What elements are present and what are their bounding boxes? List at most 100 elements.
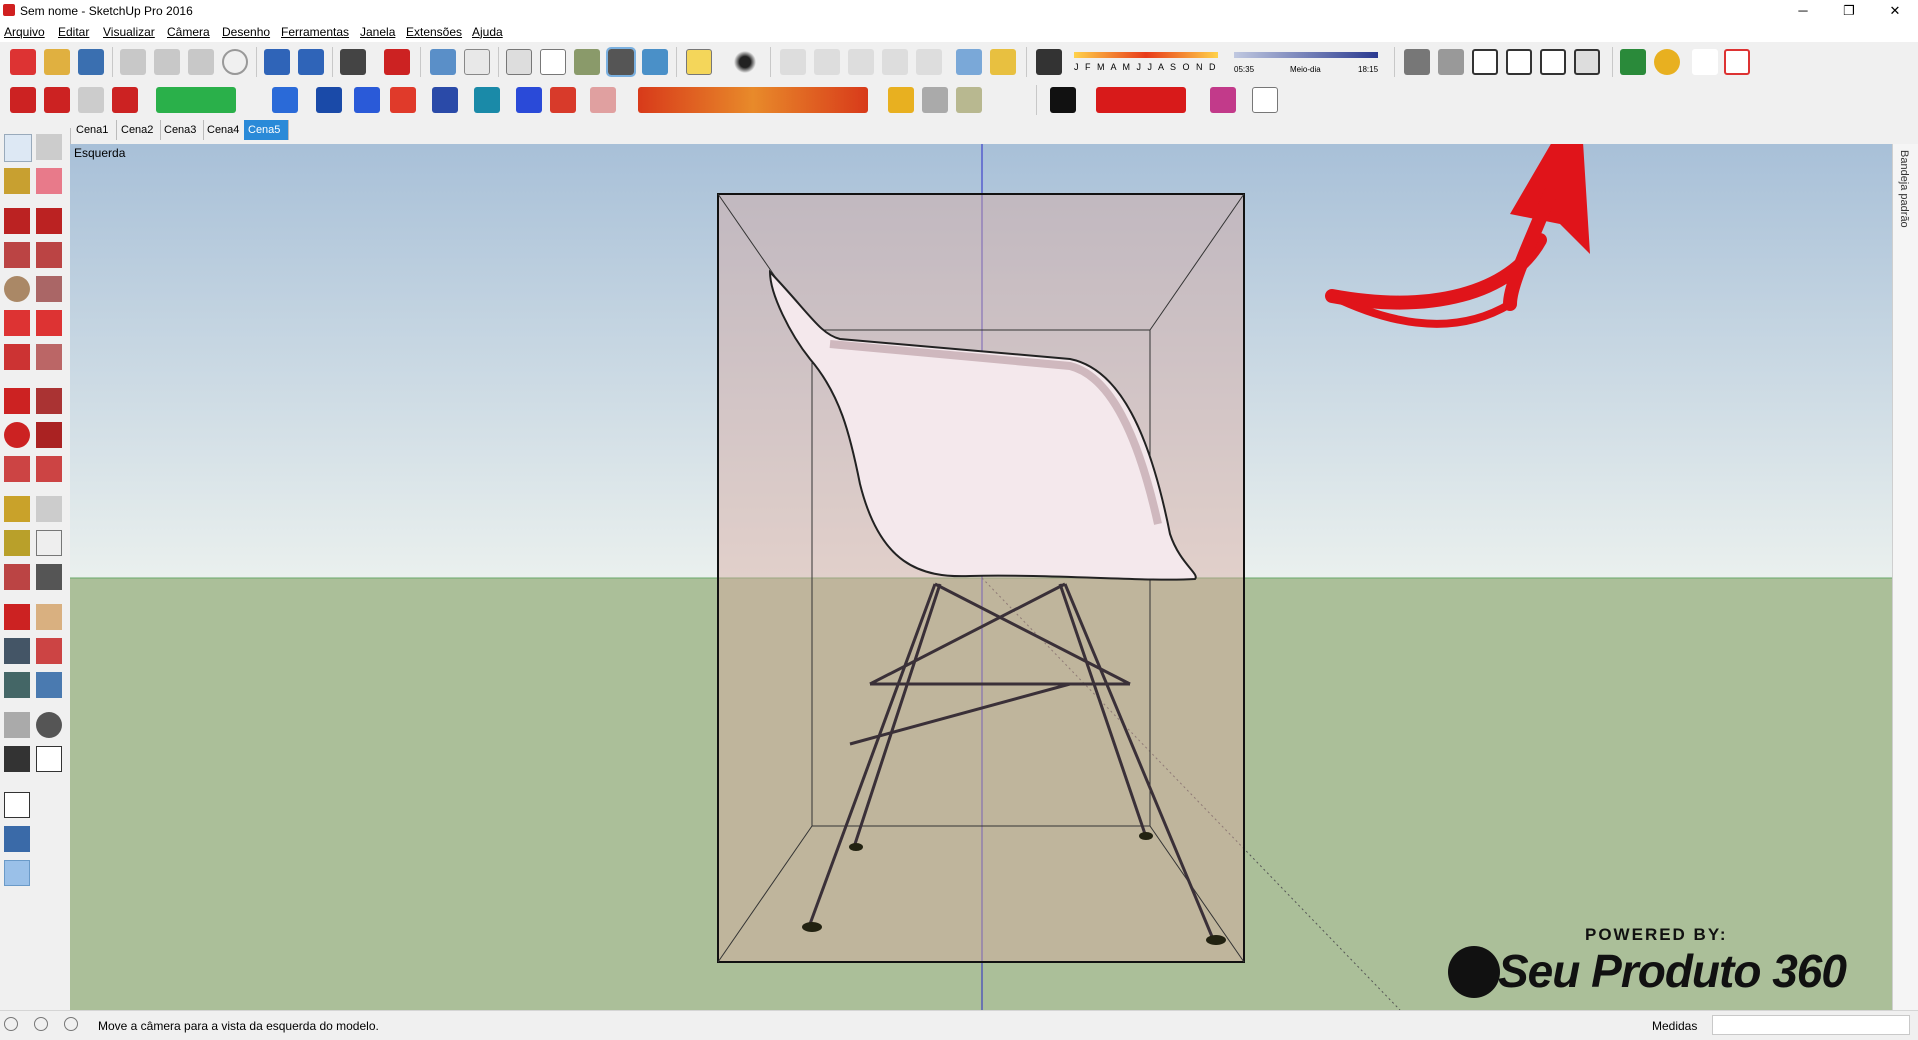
tool-5-icon[interactable] [916, 49, 942, 75]
tab-cena4[interactable]: Cena4 [203, 120, 247, 140]
green-tools-icon[interactable] [156, 87, 236, 113]
plugin-2-icon[interactable] [78, 87, 104, 113]
erase-icon[interactable] [222, 49, 248, 75]
iso-view-icon[interactable] [1404, 49, 1430, 75]
section-plane-icon[interactable] [686, 49, 712, 75]
hidden-line-icon[interactable] [540, 49, 566, 75]
shaded-textures-icon[interactable] [606, 47, 636, 77]
plugin-13-icon[interactable] [888, 87, 914, 113]
plugin-5-icon[interactable] [316, 87, 342, 113]
3d-text-icon[interactable] [36, 564, 62, 590]
position-camera-icon[interactable] [4, 712, 30, 738]
tray-label[interactable]: Bandeja padrão [1898, 150, 1910, 228]
monochrome-icon[interactable] [642, 49, 668, 75]
tool-4-icon[interactable] [882, 49, 908, 75]
select-icon[interactable] [4, 134, 32, 162]
axes-icon[interactable] [4, 564, 30, 590]
plugin-left-2-icon[interactable] [4, 860, 30, 886]
eraser-icon[interactable] [36, 168, 62, 194]
text-icon[interactable] [36, 530, 62, 556]
menu-janela[interactable]: Janela [360, 25, 395, 39]
tab-cena2[interactable]: Cena2 [117, 120, 161, 140]
plugin-10-icon[interactable] [516, 87, 542, 113]
tool-3-icon[interactable] [848, 49, 874, 75]
component-icon[interactable] [36, 134, 62, 160]
plugin-4-icon[interactable] [272, 87, 298, 113]
tool-1-icon[interactable] [780, 49, 806, 75]
plugin-left-1-icon[interactable] [4, 826, 30, 852]
dimension-icon[interactable] [36, 496, 62, 522]
time-slider[interactable] [1234, 52, 1378, 58]
right-view-icon[interactable] [1506, 49, 1532, 75]
close-button[interactable]: ✕ [1872, 0, 1918, 22]
menu-arquivo[interactable]: Arquivo [4, 25, 45, 39]
plugin-12-icon[interactable] [590, 87, 616, 113]
back-view-icon[interactable] [1540, 49, 1566, 75]
xray-icon[interactable] [430, 49, 456, 75]
model-info-icon[interactable] [384, 49, 410, 75]
plugin-8-icon[interactable] [432, 87, 458, 113]
section-2-icon[interactable] [4, 792, 30, 818]
tool-2-icon[interactable] [814, 49, 840, 75]
warehouse-icon[interactable] [1620, 49, 1646, 75]
minimize-button[interactable]: ─ [1780, 0, 1826, 22]
paint-bucket-icon[interactable] [4, 168, 30, 194]
open-icon[interactable] [44, 49, 70, 75]
plugin-15-icon[interactable] [956, 87, 982, 113]
save-icon[interactable] [78, 49, 104, 75]
two-point-arc-icon[interactable] [36, 310, 62, 336]
section-icon[interactable] [36, 746, 62, 772]
tool-6-icon[interactable] [956, 49, 982, 75]
plugin-1-icon[interactable] [44, 87, 70, 113]
shadow-toggle-icon[interactable] [1036, 49, 1062, 75]
plugin-18-icon[interactable] [1252, 87, 1278, 113]
plugin-3-icon[interactable] [112, 87, 138, 113]
front-view-icon[interactable] [1472, 49, 1498, 75]
shaded-icon[interactable] [574, 49, 600, 75]
three-point-arc-icon[interactable] [4, 344, 30, 370]
layout-icon[interactable] [1724, 49, 1750, 75]
push-pull-icon[interactable] [36, 388, 62, 414]
pan-icon[interactable] [36, 604, 62, 630]
default-tray[interactable] [1892, 144, 1918, 1010]
info-icon[interactable] [34, 1017, 48, 1031]
plugin-7-icon[interactable] [390, 87, 416, 113]
wireframe-icon[interactable] [506, 49, 532, 75]
plugin-6-icon[interactable] [354, 87, 380, 113]
paste-icon[interactable] [188, 49, 214, 75]
menu-desenho[interactable]: Desenho [222, 25, 270, 39]
user-icon[interactable] [64, 1017, 78, 1031]
scale-icon[interactable] [4, 456, 30, 482]
geo-location-icon[interactable] [1654, 49, 1680, 75]
redo-icon[interactable] [298, 49, 324, 75]
new-file-icon[interactable] [10, 49, 36, 75]
previous-view-icon[interactable] [36, 672, 62, 698]
orbit-icon[interactable] [4, 604, 30, 630]
tape-measure-icon[interactable] [4, 496, 30, 522]
rotated-rect-icon[interactable] [36, 242, 62, 268]
tab-cena3[interactable]: Cena3 [160, 120, 204, 140]
zoom-extents-icon[interactable] [4, 672, 30, 698]
back-edges-icon[interactable] [464, 49, 490, 75]
geo-status-icon[interactable] [4, 1017, 18, 1031]
menu-editar[interactable]: Editar [58, 25, 89, 39]
arc-icon[interactable] [4, 310, 30, 336]
freehand-icon[interactable] [36, 208, 62, 234]
ruby-icon[interactable] [10, 87, 36, 113]
level-icon[interactable] [1692, 49, 1718, 75]
axis-tools-icon[interactable] [638, 87, 868, 113]
rectangle-icon[interactable] [4, 242, 30, 268]
zoom-icon[interactable] [4, 638, 30, 664]
tool-7-icon[interactable] [990, 49, 1016, 75]
menu-ajuda[interactable]: Ajuda [472, 25, 503, 39]
look-around-icon[interactable] [36, 712, 62, 738]
plugin-11-icon[interactable] [550, 87, 576, 113]
offset-icon[interactable] [36, 456, 62, 482]
plugin-17-icon[interactable] [1210, 87, 1236, 113]
undo-icon[interactable] [264, 49, 290, 75]
left-view-icon[interactable] [1574, 49, 1600, 75]
cut-icon[interactable] [120, 49, 146, 75]
pie-icon[interactable] [36, 344, 62, 370]
plugin-14-icon[interactable] [922, 87, 948, 113]
menu-visualizar[interactable]: Visualizar [103, 25, 155, 39]
